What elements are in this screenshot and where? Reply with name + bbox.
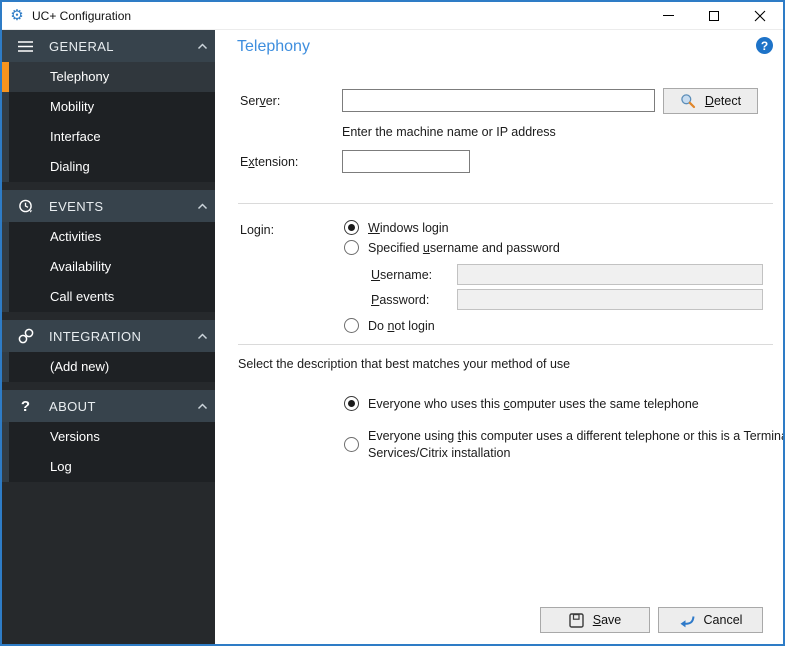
chevron-up-icon (189, 42, 215, 50)
radio-label: Specified username and password (368, 240, 560, 255)
sidebar-item-activities[interactable]: Activities (9, 222, 215, 252)
username-label: Username: (371, 268, 433, 282)
sidebar-item-versions[interactable]: Versions (9, 422, 215, 452)
extension-label: Extension: (240, 155, 299, 169)
extension-input[interactable] (342, 150, 470, 173)
maximize-button[interactable] (691, 2, 737, 30)
radio-do-not-login[interactable]: Do not login (344, 318, 435, 333)
save-button[interactable]: Save (540, 607, 650, 633)
radio-label: Everyone using this computer uses a diff… (368, 429, 783, 460)
radio-circle[interactable] (344, 437, 359, 453)
sidebar-item-mobility[interactable]: Mobility (9, 92, 215, 122)
cancel-button-label: Cancel (703, 613, 743, 627)
events-history-icon (2, 198, 49, 215)
section-label-integration: INTEGRATION (49, 328, 142, 344)
close-button[interactable] (737, 2, 783, 30)
sidebar-item-interface[interactable]: Interface (9, 122, 215, 152)
section-label-about: ABOUT (49, 398, 96, 414)
radio-circle[interactable] (344, 396, 359, 411)
chevron-up-icon (189, 202, 215, 210)
sidebar-items-integration: (Add new) (2, 352, 215, 382)
radio-circle[interactable] (344, 318, 359, 333)
sidebar-item-telephony[interactable]: Telephony (2, 62, 215, 92)
sidebar-items-about: Versions Log (2, 422, 215, 482)
login-label: Login: (240, 223, 275, 237)
server-help-text: Enter the machine name or IP address (342, 125, 556, 139)
app-window: ⚙ UC+ Configuration GENERAL Telephony Mo… (0, 0, 785, 646)
section-label-events: EVENTS (49, 198, 104, 214)
password-label: Password: (371, 293, 430, 307)
radio-label: Windows login (368, 220, 449, 235)
maximize-icon (709, 10, 719, 21)
radio-specified-credentials[interactable]: Specified username and password (344, 240, 560, 255)
sidebar-item-availability[interactable]: Availability (9, 252, 215, 282)
radio-label: Do not login (368, 318, 435, 333)
cancel-button[interactable]: Cancel (658, 607, 763, 633)
chain-link-icon (2, 327, 49, 345)
magnifier-icon (681, 94, 696, 109)
help-icon: ? (760, 38, 769, 53)
main-content: Telephony ? Server: Detect Enter the mac… (215, 30, 783, 644)
server-label: Server: (240, 94, 281, 108)
radio-different-telephone[interactable]: Everyone using this computer uses a diff… (344, 428, 783, 462)
chevron-up-icon (189, 332, 215, 340)
window-title: UC+ Configuration (32, 8, 132, 23)
page-title: Telephony (237, 38, 310, 55)
server-input[interactable] (342, 89, 655, 112)
sidebar-item-dialing[interactable]: Dialing (9, 152, 215, 182)
close-icon (754, 10, 766, 21)
sidebar-item-add-new[interactable]: (Add new) (9, 352, 215, 382)
radio-same-telephone[interactable]: Everyone who uses this computer uses the… (344, 396, 699, 411)
radio-label: Everyone who uses this computer uses the… (368, 396, 699, 411)
save-button-label: Save (592, 613, 622, 627)
sidebar-section-integration[interactable]: INTEGRATION (2, 320, 215, 352)
about-question-icon: ? (20, 397, 31, 415)
title-bar: ⚙ UC+ Configuration (2, 2, 783, 30)
sidebar-items-events: Activities Availability Call events (2, 222, 215, 312)
sidebar-item-log[interactable]: Log (9, 452, 215, 482)
sidebar-section-about[interactable]: ? ABOUT (2, 390, 215, 422)
help-button[interactable]: ? (756, 37, 773, 54)
detect-button-label: Detect (704, 94, 742, 108)
hamburger-icon (2, 40, 49, 53)
undo-arrow-icon (680, 615, 695, 627)
divider (238, 344, 773, 345)
radio-circle[interactable] (344, 220, 359, 235)
sidebar-items-general: Telephony Mobility Interface Dialing (2, 62, 215, 182)
sidebar-section-general[interactable]: GENERAL (2, 30, 215, 62)
password-input[interactable] (457, 289, 763, 310)
usage-prompt: Select the description that best matches… (238, 357, 571, 371)
sidebar-item-call-events[interactable]: Call events (9, 282, 215, 312)
detect-button[interactable]: Detect (663, 88, 758, 114)
username-input[interactable] (457, 264, 763, 285)
sidebar: GENERAL Telephony Mobility Interface Dia… (2, 30, 215, 644)
sidebar-section-events[interactable]: EVENTS (2, 190, 215, 222)
minimize-button[interactable] (645, 2, 691, 30)
app-gear-icon: ⚙ (10, 6, 24, 24)
divider (238, 203, 773, 204)
radio-circle[interactable] (344, 240, 359, 255)
radio-windows-login[interactable]: Windows login (344, 220, 449, 235)
floppy-disk-icon (569, 612, 584, 628)
section-label-general: GENERAL (49, 38, 114, 54)
chevron-up-icon (189, 402, 215, 410)
minimize-icon (662, 15, 674, 16)
